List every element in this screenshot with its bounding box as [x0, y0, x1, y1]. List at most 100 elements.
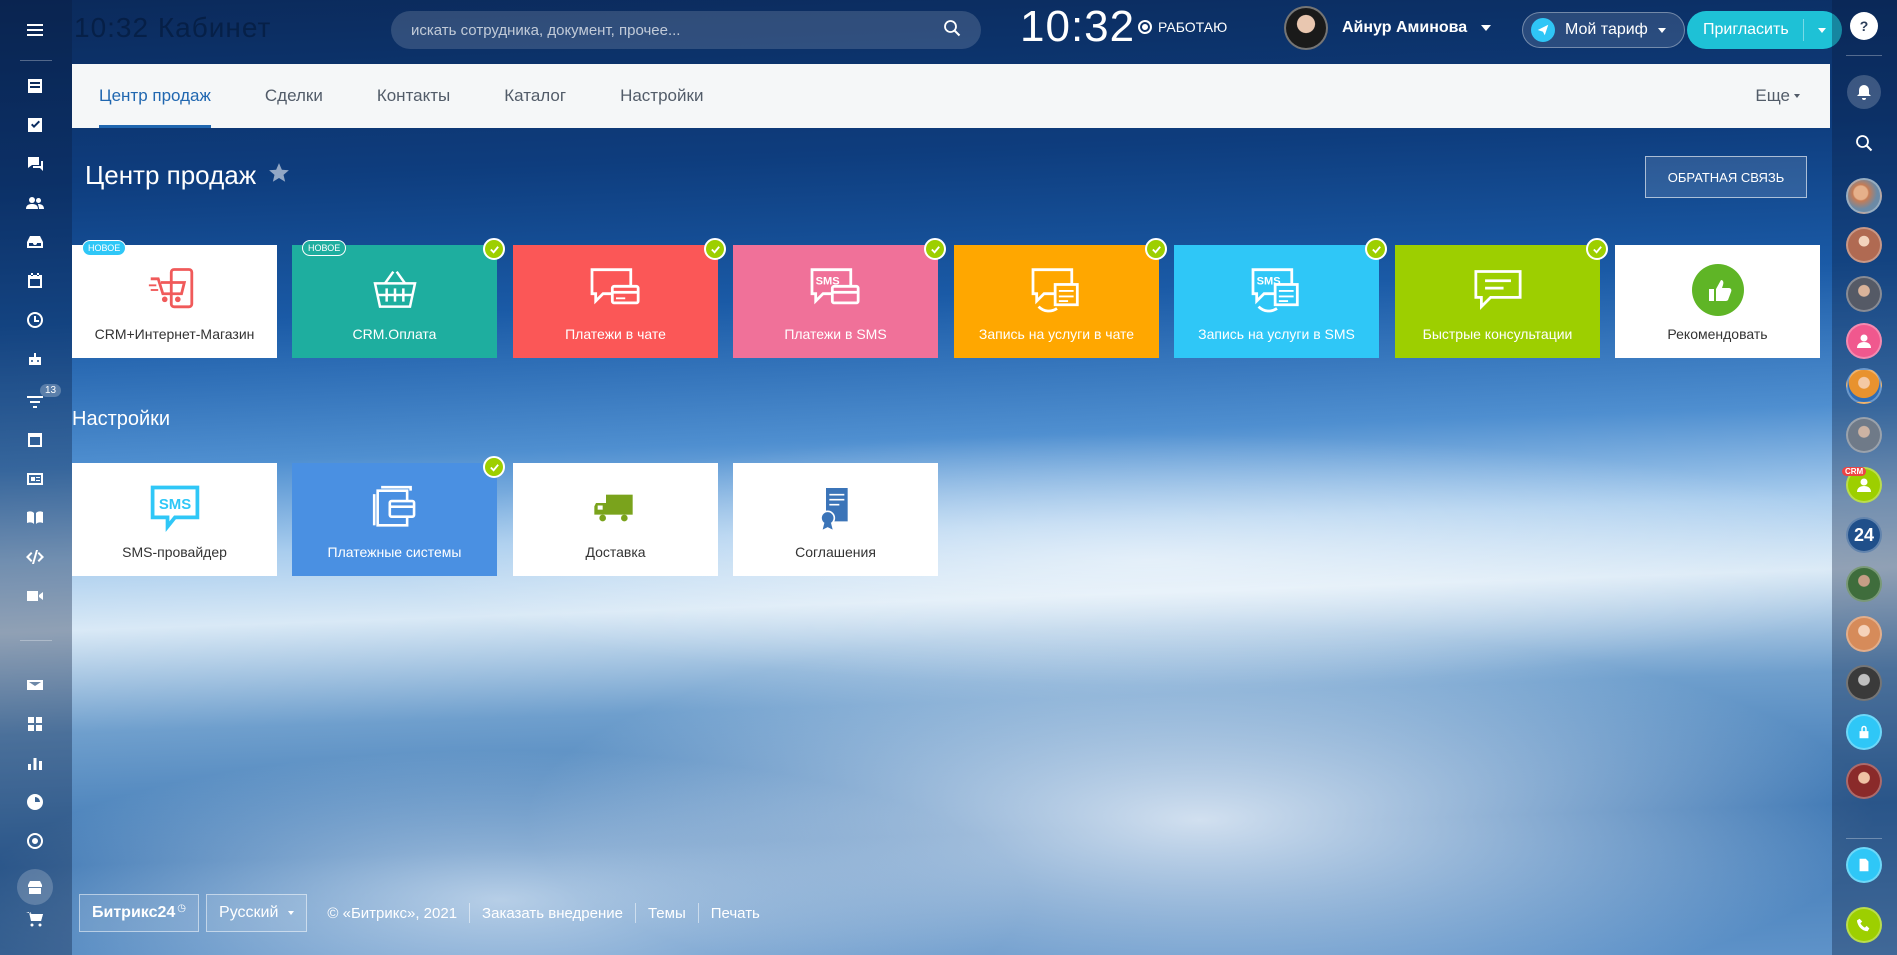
crm-badge: CRM [1842, 467, 1867, 476]
settings-section-title: Настройки [72, 408, 171, 430]
user-icon[interactable] [1846, 323, 1882, 359]
tile-sms-payments[interactable]: SMS Платежи в SMS [733, 238, 946, 358]
work-status[interactable]: РАБОТАЮ [1138, 19, 1227, 35]
tile-crm-payment[interactable]: НОВОЕ CRM.Оплата [292, 238, 505, 358]
check-icon [483, 238, 505, 260]
user-name[interactable]: Айнур Аминова [1342, 19, 1467, 37]
avatar[interactable] [1846, 276, 1882, 312]
apps-icon[interactable] [24, 713, 46, 735]
sidebar-divider [20, 60, 52, 61]
rocket-icon [1531, 18, 1555, 42]
tabs-more-button[interactable]: Еще [1755, 64, 1800, 128]
avatar[interactable] [1846, 616, 1882, 652]
chat-icon[interactable] [24, 153, 46, 175]
tile-label: Быстрые консультации [1422, 326, 1573, 342]
tile-payment-systems[interactable]: Платежные системы [292, 456, 505, 576]
clock-icon[interactable] [24, 309, 46, 331]
footer-logo-text: Битрикс24 [92, 904, 176, 921]
tab-sales-center[interactable]: Центр продаж [72, 64, 238, 128]
avatar[interactable] [1846, 227, 1882, 263]
tile-sms-provider[interactable]: SMS SMS-провайдер [72, 463, 277, 576]
window-icon[interactable] [24, 429, 46, 451]
avatar[interactable] [1846, 763, 1882, 799]
avatar[interactable] [1846, 665, 1882, 701]
record-icon [1138, 20, 1152, 34]
star-icon[interactable] [268, 160, 290, 191]
tab-settings[interactable]: Настройки [593, 64, 730, 128]
order-implementation-link[interactable]: Заказать внедрение [470, 905, 635, 922]
check-icon [1586, 238, 1608, 260]
chart-icon[interactable] [24, 752, 46, 774]
tile-quick-consult[interactable]: Быстрые консультации [1395, 238, 1608, 358]
inbox-icon[interactable] [24, 231, 46, 253]
robot-icon[interactable] [24, 348, 46, 370]
funnel-badge: 13 [40, 384, 62, 397]
tab-catalog[interactable]: Каталог [477, 64, 593, 128]
cart-icon[interactable] [24, 908, 46, 930]
shopping-cart-icon [145, 264, 205, 316]
document-icon[interactable] [1846, 847, 1882, 883]
phone-icon[interactable] [1846, 907, 1882, 943]
search-bar[interactable] [391, 11, 981, 49]
mail-icon[interactable] [24, 674, 46, 696]
basket-icon [365, 264, 425, 316]
tab-contacts[interactable]: Контакты [350, 64, 477, 128]
tile-sms-booking[interactable]: SMS Запись на услуги в SMS [1174, 238, 1387, 358]
video-icon[interactable] [24, 585, 46, 607]
menu-icon[interactable] [24, 19, 46, 41]
language-select[interactable]: Русский [206, 894, 308, 932]
tile-label: Соглашения [795, 544, 876, 560]
svg-text:?: ? [1860, 18, 1869, 34]
print-link[interactable]: Печать [699, 905, 772, 922]
top-tabs: Центр продаж Сделки Контакты Каталог Нас… [72, 64, 1830, 128]
tile-label: Платежи в SMS [784, 326, 887, 342]
tab-deals[interactable]: Сделки [238, 64, 350, 128]
calendar-icon[interactable] [24, 270, 46, 292]
invite-label: Пригласить [1703, 21, 1789, 38]
invite-button[interactable]: Пригласить [1687, 11, 1842, 49]
contact-card-icon[interactable] [24, 468, 46, 490]
tasks-icon[interactable] [24, 114, 46, 136]
avatar[interactable] [1846, 417, 1882, 453]
avatar[interactable] [1846, 566, 1882, 602]
lock-icon[interactable] [1846, 714, 1882, 750]
book-icon[interactable] [24, 507, 46, 529]
tile-delivery[interactable]: Доставка [513, 463, 718, 576]
clock-icon: ◷ [177, 903, 187, 914]
avatar[interactable] [1284, 6, 1328, 50]
right-bar-divider [1846, 838, 1882, 839]
groups-icon[interactable] [24, 192, 46, 214]
bell-icon[interactable] [1847, 75, 1881, 109]
feedback-button[interactable]: ОБРАТНАЯ СВЯЗЬ [1645, 156, 1807, 198]
tile-chat-payments[interactable]: Платежи в чате [513, 238, 726, 358]
search-icon[interactable] [943, 19, 961, 42]
search-input[interactable] [411, 21, 943, 39]
chevron-down-icon[interactable] [1481, 25, 1492, 31]
sms-icon: SMS [145, 482, 205, 534]
tabs-more-label: Еще [1755, 86, 1790, 105]
tile-crm-shop[interactable]: НОВОЕ CRM+Интернет-Магазин [72, 240, 277, 358]
bitrix24-support[interactable]: 24 [1846, 517, 1882, 553]
themes-link[interactable]: Темы [636, 905, 698, 922]
chevron-down-icon[interactable] [1817, 27, 1826, 33]
tile-label: Рекомендовать [1667, 326, 1768, 342]
help-icon[interactable]: ? [1850, 12, 1878, 40]
shop-icon[interactable] [17, 869, 53, 905]
target-icon[interactable] [24, 830, 46, 852]
news-icon[interactable] [24, 75, 46, 97]
check-icon [924, 238, 946, 260]
user-menu[interactable]: Айнур Аминова [1284, 6, 1492, 50]
avatar[interactable] [1846, 178, 1882, 214]
tile-agreements[interactable]: Соглашения [733, 463, 938, 576]
truck-icon [586, 482, 646, 534]
code-icon[interactable] [24, 546, 46, 568]
my-tariff-button[interactable]: Мой тариф [1522, 12, 1685, 48]
bitrix24-logo[interactable]: Битрикс24 ◷ [79, 894, 200, 932]
search-icon[interactable] [1847, 126, 1881, 160]
avatar[interactable] [1846, 368, 1882, 404]
tile-recommend[interactable]: Рекомендовать [1615, 245, 1820, 358]
tile-chat-booking[interactable]: Запись на услуги в чате [954, 238, 1167, 358]
pie-icon[interactable] [24, 791, 46, 813]
sms-booking-icon: SMS [1247, 264, 1307, 316]
clock[interactable]: 10:32 [1020, 2, 1135, 52]
